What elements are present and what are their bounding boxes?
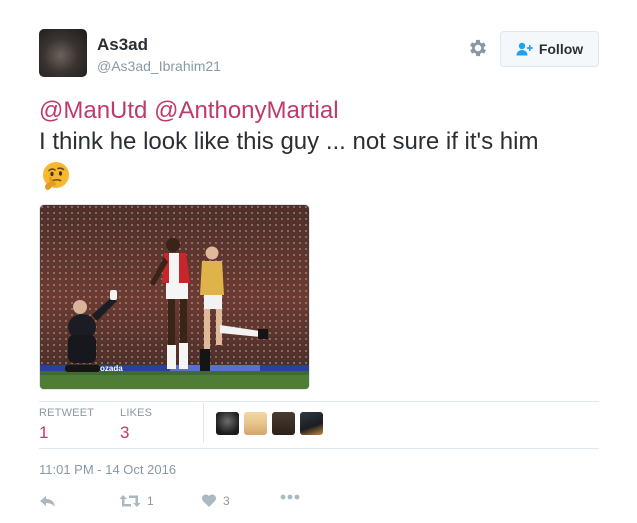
retweet-button[interactable]: 1 bbox=[119, 493, 154, 509]
user-fullname[interactable]: As3ad bbox=[97, 35, 221, 55]
more-button[interactable] bbox=[279, 493, 301, 501]
thinking-face-icon bbox=[43, 162, 69, 190]
heart-icon bbox=[201, 494, 217, 507]
like-button[interactable]: 3 bbox=[201, 493, 230, 508]
gear-icon[interactable] bbox=[467, 37, 489, 59]
divider bbox=[39, 401, 599, 402]
football-photo: ozada bbox=[40, 205, 309, 389]
retweet-stat-count: 1 bbox=[39, 423, 49, 442]
liker-avatars bbox=[216, 412, 323, 435]
follow-button[interactable]: Follow bbox=[500, 31, 599, 67]
reply-icon bbox=[40, 496, 55, 507]
follow-label: Follow bbox=[538, 41, 584, 57]
more-icon bbox=[280, 494, 300, 500]
stat-separator bbox=[203, 403, 204, 443]
likes-stat-label: LIKES bbox=[120, 407, 153, 419]
add-user-icon bbox=[516, 42, 533, 56]
likes-stat-count: 3 bbox=[120, 423, 130, 442]
liker-avatar[interactable] bbox=[216, 412, 239, 435]
reply-button[interactable] bbox=[39, 493, 57, 509]
user-handle[interactable]: @As3ad_Ibrahim21 bbox=[97, 57, 221, 75]
user-names: As3ad @As3ad_Ibrahim21 bbox=[97, 35, 221, 75]
retweet-stat[interactable]: RETWEET 1 bbox=[39, 407, 94, 443]
mention-link[interactable]: @ManUtd bbox=[39, 97, 147, 124]
tweet-mentions: @ManUtd @AnthonyMartial bbox=[39, 95, 609, 126]
liker-avatar[interactable] bbox=[300, 412, 323, 435]
likes-stat[interactable]: LIKES 3 bbox=[120, 407, 152, 443]
avatar[interactable] bbox=[39, 29, 87, 77]
mention-link[interactable]: @AnthonyMartial bbox=[154, 97, 338, 124]
divider bbox=[39, 448, 599, 449]
tweet-timestamp[interactable]: 11:01 PM - 14 Oct 2016 bbox=[39, 462, 176, 477]
retweet-stat-label: RETWEET bbox=[39, 407, 95, 419]
tweet-photo[interactable]: ozada bbox=[39, 204, 310, 390]
tweet-header: As3ad @As3ad_Ibrahim21 Follow bbox=[39, 29, 599, 79]
liker-avatar[interactable] bbox=[244, 412, 267, 435]
tweet-body: I think he look like this guy ... not su… bbox=[39, 128, 539, 155]
retweet-count: 1 bbox=[147, 494, 154, 508]
liker-avatar[interactable] bbox=[272, 412, 295, 435]
tweet-text: @ManUtd @AnthonyMartial I think he look … bbox=[39, 95, 609, 157]
retweet-icon bbox=[119, 495, 141, 507]
like-count: 3 bbox=[223, 493, 230, 508]
